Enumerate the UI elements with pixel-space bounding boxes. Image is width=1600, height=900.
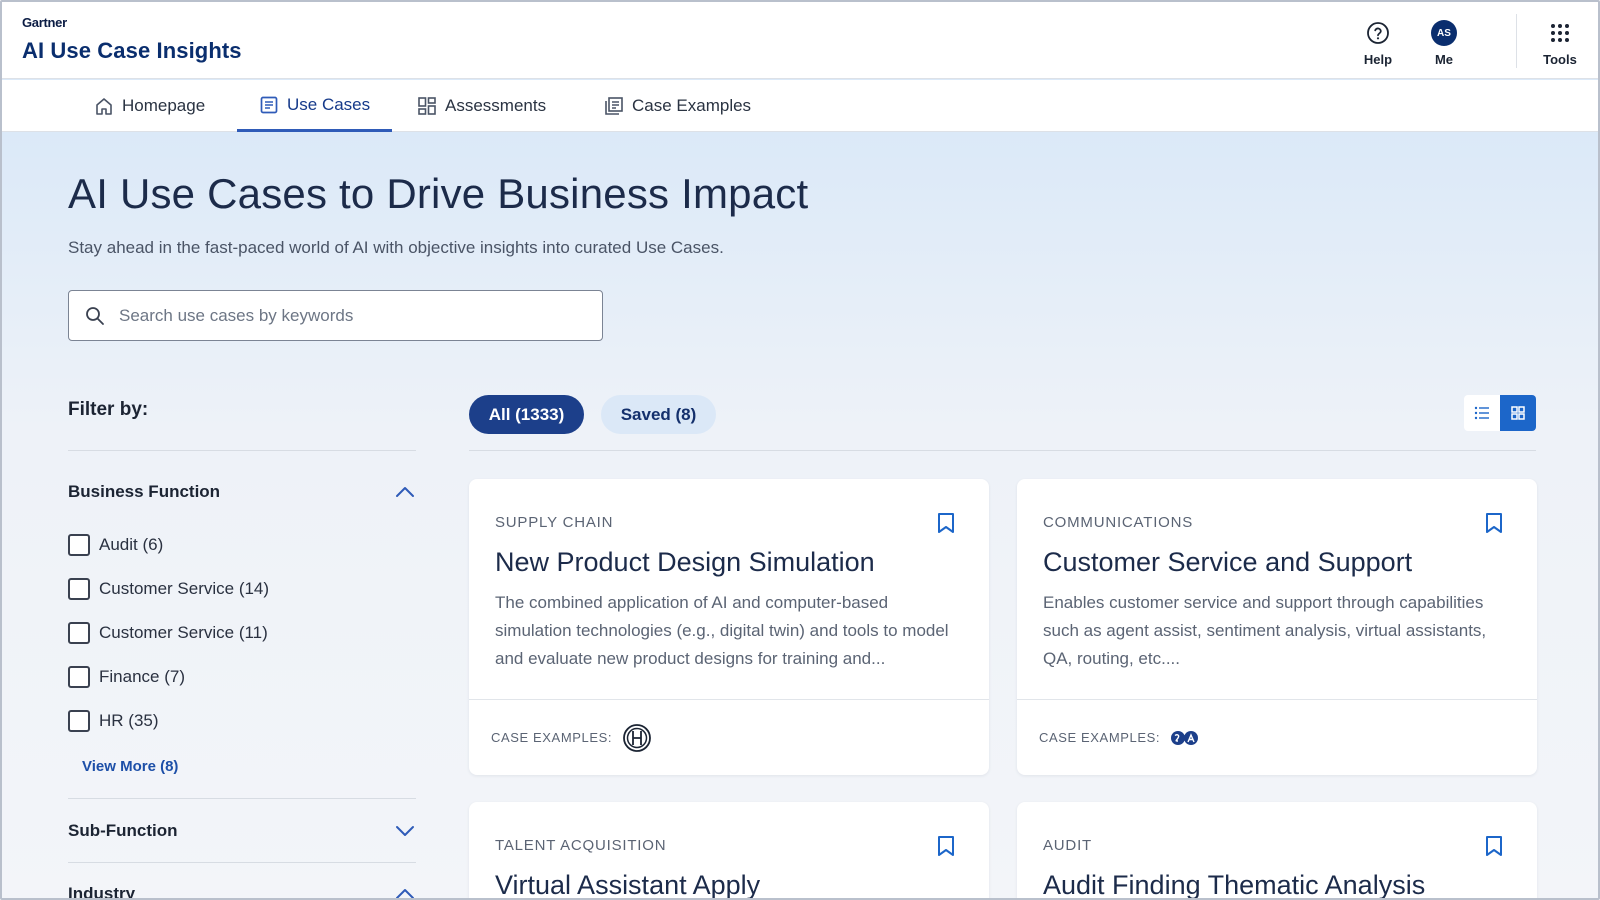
- grid-view-button[interactable]: [1500, 395, 1536, 431]
- help-button[interactable]: Help: [1348, 20, 1408, 67]
- page-title: AI Use Cases to Drive Business Impact: [68, 170, 809, 217]
- industry-toggle[interactable]: Industry: [68, 880, 416, 900]
- list-view-button[interactable]: [1464, 395, 1500, 431]
- page-subtitle: Stay ahead in the fast-paced world of AI…: [68, 238, 724, 257]
- business-function-label: Business Function: [68, 482, 221, 501]
- filter-option-customer-service[interactable]: Customer Service (14): [68, 578, 269, 600]
- card-title[interactable]: Customer Service and Support: [1043, 547, 1412, 578]
- filter-divider: [68, 862, 416, 863]
- main-nav: Homepage Use Cases Assessments Case Exam…: [2, 80, 1598, 132]
- checkbox[interactable]: [68, 578, 90, 600]
- filter-option-label: Customer Service (14): [99, 579, 270, 598]
- app-window: Gartner AI Use Case Insights Help AS Me …: [0, 0, 1600, 900]
- business-function-toggle[interactable]: Business Function: [68, 478, 416, 506]
- chevron-down-icon: [396, 826, 414, 836]
- card-title[interactable]: New Product Design Simulation: [495, 547, 875, 578]
- grid-icon: [1511, 406, 1525, 420]
- header-divider: [1516, 14, 1517, 68]
- checkbox[interactable]: [68, 666, 90, 688]
- tab-homepage[interactable]: Homepage: [72, 80, 227, 132]
- use-case-card[interactable]: TALENT ACQUISITION Virtual Assistant App…: [469, 802, 989, 898]
- use-case-card[interactable]: AUDIT Audit Finding Thematic Analysis: [1017, 802, 1537, 898]
- tab-use-cases-label: Use Cases: [287, 94, 371, 114]
- use-case-card[interactable]: COMMUNICATIONS Customer Service and Supp…: [1017, 479, 1537, 775]
- filter-option-label: Audit (6): [99, 535, 164, 554]
- card-description: Enables customer service and support thr…: [1043, 593, 1487, 668]
- checkbox[interactable]: [68, 534, 90, 556]
- card-title[interactable]: Audit Finding Thematic Analysis: [1043, 870, 1425, 898]
- home-icon: [96, 98, 112, 115]
- bookmark-icon: [938, 513, 954, 533]
- card-category: AUDIT: [1043, 837, 1092, 854]
- help-circle-icon: [1348, 20, 1408, 46]
- card-description: The combined application of AI and compu…: [495, 593, 949, 668]
- filter-option-hr[interactable]: HR (35): [68, 710, 159, 732]
- avatar: AS: [1431, 20, 1457, 46]
- list-icon: [1474, 406, 1489, 420]
- filter-divider: [68, 450, 416, 451]
- tools-button[interactable]: Tools: [1530, 20, 1590, 67]
- me-label: Me: [1434, 52, 1454, 67]
- case-examples-label: CASE EXAMPLES:: [1039, 730, 1161, 745]
- search-box[interactable]: [68, 290, 603, 341]
- brand-logo: Gartner: [22, 15, 67, 30]
- tab-case-examples[interactable]: Case Examples: [582, 80, 773, 132]
- chevron-up-icon: [396, 487, 414, 497]
- bookmark-icon: [938, 836, 954, 856]
- sub-function-label: Sub-Function: [68, 821, 178, 840]
- filter-option-finance[interactable]: Finance (7): [68, 666, 185, 688]
- tab-homepage-label: Homepage: [122, 96, 206, 115]
- filter-title: Filter by:: [68, 399, 149, 420]
- card-title[interactable]: Virtual Assistant Apply: [495, 870, 760, 898]
- content-divider: [469, 450, 1536, 451]
- bookmark-button[interactable]: [937, 835, 955, 862]
- bookmark-icon: [1486, 513, 1502, 533]
- tab-case-examples-label: Case Examples: [632, 96, 752, 115]
- help-label: Help: [1363, 52, 1393, 67]
- document-icon: [260, 96, 278, 113]
- bookmark-button[interactable]: [1485, 835, 1503, 862]
- filter-option-label: Finance (7): [99, 667, 185, 686]
- top-header: Gartner AI Use Case Insights Help AS Me …: [2, 2, 1598, 79]
- checkbox[interactable]: [68, 710, 90, 732]
- tab-use-cases[interactable]: Use Cases: [237, 80, 393, 132]
- tab-saved[interactable]: Saved (8): [601, 395, 716, 434]
- grid-dots-icon: [1530, 20, 1590, 46]
- bookmark-button[interactable]: [1485, 512, 1503, 539]
- me-button[interactable]: AS Me: [1414, 20, 1474, 67]
- app-title[interactable]: AI Use Case Insights: [22, 38, 242, 64]
- filter-option-label: HR (35): [99, 711, 159, 730]
- bosch-logo-icon[interactable]: [622, 723, 652, 753]
- card-category: SUPPLY CHAIN: [495, 514, 614, 531]
- tab-all[interactable]: All (1333): [469, 395, 584, 434]
- search-input[interactable]: [119, 305, 599, 326]
- sub-function-toggle[interactable]: Sub-Function: [68, 817, 416, 845]
- chevron-up-icon: [396, 889, 414, 898]
- tab-assessments[interactable]: Assessments: [395, 80, 568, 132]
- dashboard-icon: [418, 97, 436, 115]
- bookmark-icon: [1486, 836, 1502, 856]
- filter-option-customer-service-2[interactable]: Customer Service (11): [68, 622, 268, 644]
- checkbox[interactable]: [68, 622, 90, 644]
- filter-option-audit[interactable]: Audit (6): [68, 534, 163, 556]
- filter-divider: [68, 798, 416, 799]
- card-category: COMMUNICATIONS: [1043, 514, 1194, 531]
- library-icon: [605, 97, 623, 115]
- use-case-card[interactable]: SUPPLY CHAIN New Product Design Simulati…: [469, 479, 989, 775]
- industry-label: Industry: [68, 884, 136, 900]
- tools-label: Tools: [1543, 52, 1577, 67]
- view-more-link[interactable]: View More (8): [82, 758, 178, 775]
- card-footer: CASE EXAMPLES:: [469, 699, 989, 775]
- tab-assessments-label: Assessments: [445, 96, 547, 115]
- filter-option-label: Customer Service (11): [99, 623, 268, 642]
- company-logo-icon[interactable]: [1170, 730, 1200, 746]
- case-examples-label: CASE EXAMPLES:: [491, 730, 613, 745]
- card-footer: CASE EXAMPLES:: [1017, 699, 1537, 775]
- search-icon: [86, 306, 104, 325]
- bookmark-button[interactable]: [937, 512, 955, 539]
- card-category: TALENT ACQUISITION: [495, 837, 667, 854]
